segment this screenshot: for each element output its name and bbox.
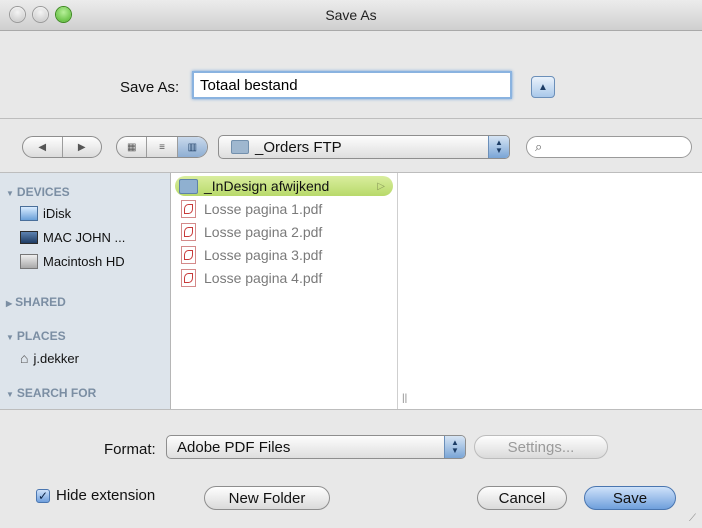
sidebar: ▼ DEVICES iDisk MAC JOHN ... Macintosh HD… [0, 173, 171, 409]
save-as-field[interactable] [192, 71, 512, 99]
view-mode-control: ▦ ≡ ▥ [116, 136, 208, 158]
icon-view-button[interactable]: ▦ [117, 137, 148, 157]
list-view-button[interactable]: ≡ [147, 137, 178, 157]
save-as-label: Save As: [120, 79, 180, 96]
save-button[interactable]: Save [584, 486, 676, 510]
pdf-file-icon [181, 200, 196, 218]
disclosure-triangle-icon: ▼ [6, 189, 14, 198]
save-as-dialog: Save As Save As: ▲ ◀ ▶ ▦ ≡ ▥ _Orders FTP… [0, 0, 702, 528]
folder-icon [231, 140, 249, 154]
list-item[interactable]: Losse pagina 3.pdf [175, 245, 393, 265]
format-value: Adobe PDF Files [177, 438, 291, 456]
chevron-right-icon: ▷ [377, 180, 385, 192]
search-icon: ⌕ [535, 139, 543, 154]
sidebar-header-shared[interactable]: ▶ SHARED [6, 295, 66, 309]
pdf-file-icon [181, 223, 196, 241]
column-resize-handle[interactable]: || [402, 393, 407, 404]
empty-column [398, 173, 702, 409]
collapse-dialog-button[interactable]: ▲ [531, 76, 555, 98]
pdf-file-icon [181, 246, 196, 264]
forward-button[interactable]: ▶ [63, 137, 102, 157]
format-label: Format: [104, 441, 156, 458]
title-bar[interactable]: Save As [0, 0, 702, 31]
list-item-folder[interactable]: _InDesign afwijkend ▷ [175, 176, 393, 196]
settings-button[interactable]: Settings... [474, 435, 608, 459]
window-title: Save As [325, 7, 377, 23]
search-field[interactable]: ⌕ [526, 136, 692, 158]
back-arrow-icon: ◀ [38, 141, 47, 153]
sidebar-header-devices[interactable]: ▼ DEVICES [6, 185, 70, 199]
disclosure-triangle-icon: ▼ [6, 333, 14, 342]
pdf-file-icon [181, 269, 196, 287]
sidebar-item-idisk[interactable]: iDisk [20, 206, 71, 221]
list-view-icon: ≡ [159, 141, 165, 153]
location-popup[interactable]: _Orders FTP ▲ ▼ [218, 135, 510, 159]
disclosure-triangle-icon: ▼ [6, 390, 14, 399]
column-view-button[interactable]: ▥ [177, 137, 207, 157]
disclosure-triangle-icon: ▶ [6, 299, 13, 308]
divider [0, 118, 702, 119]
sidebar-header-places[interactable]: ▼ PLACES [6, 329, 66, 343]
sidebar-item-macintosh-hd[interactable]: Macintosh HD [20, 254, 125, 269]
list-item[interactable]: Losse pagina 4.pdf [175, 268, 393, 288]
sidebar-header-search-for[interactable]: ▼ SEARCH FOR [6, 386, 96, 400]
format-popup[interactable]: Adobe PDF Files ▲ ▼ [166, 435, 466, 459]
location-label: _Orders FTP [255, 138, 342, 156]
column-view-icon: ▥ [187, 141, 198, 153]
back-forward-control: ◀ ▶ [22, 136, 102, 158]
folder-icon [179, 178, 198, 194]
hide-extension-checkbox[interactable]: ✓ [36, 489, 50, 503]
hide-extension-label: Hide extension [56, 487, 156, 504]
back-button[interactable]: ◀ [23, 137, 63, 157]
hard-drive-icon [20, 254, 38, 269]
divider [0, 409, 702, 410]
sidebar-item-home[interactable]: ⌂ j.dekker [20, 350, 79, 366]
checkmark-icon: ✓ [37, 489, 49, 503]
popup-arrows-icon: ▲ ▼ [488, 136, 509, 158]
list-item[interactable]: Losse pagina 2.pdf [175, 222, 393, 242]
icon-view-icon: ▦ [126, 141, 137, 153]
computer-icon [20, 231, 38, 244]
resize-corner-icon[interactable]: ⟋ [689, 513, 696, 524]
popup-arrows-icon: ▲ ▼ [444, 436, 465, 458]
list-item[interactable]: Losse pagina 1.pdf [175, 199, 393, 219]
idisk-icon [20, 206, 38, 221]
cancel-button[interactable]: Cancel [477, 486, 567, 510]
chevron-up-icon: ▲ [538, 81, 548, 93]
forward-arrow-icon: ▶ [77, 141, 86, 153]
home-icon: ⌂ [20, 350, 29, 366]
file-column: _InDesign afwijkend ▷ Losse pagina 1.pdf… [171, 173, 398, 409]
new-folder-button[interactable]: New Folder [204, 486, 330, 510]
sidebar-item-mac[interactable]: MAC JOHN ... [20, 230, 125, 245]
